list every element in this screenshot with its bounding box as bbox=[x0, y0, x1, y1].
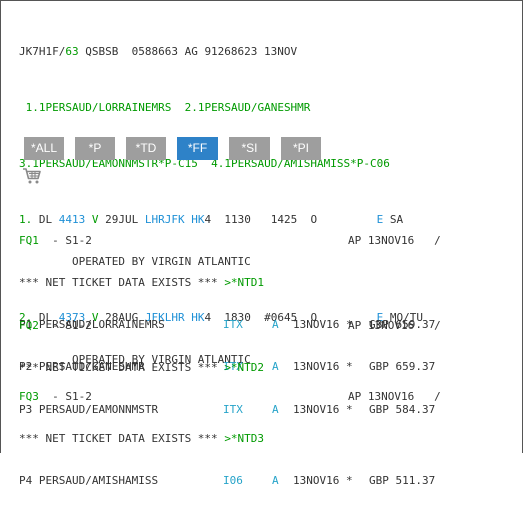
net-ticket-line: *** NET TICKET DATA EXISTS *** >*NTD1 bbox=[19, 276, 265, 289]
fare-quote-link[interactable]: FQ1 bbox=[19, 234, 39, 247]
pi-button[interactable]: *PI bbox=[281, 137, 321, 160]
ff-button[interactable]: *FF bbox=[177, 137, 218, 160]
fare-quote-link[interactable]: FQ2 bbox=[19, 319, 39, 332]
terminal-window: JK7H1F/63 QSBSB 0588663 AG 91268623 13NO… bbox=[0, 0, 523, 487]
passenger-fare-row: P4 PERSAUD/AMISHAMISS I06 A 13NOV16 * GBP 51… bbox=[19, 474, 436, 487]
td-button[interactable]: *TD bbox=[126, 137, 166, 160]
passenger-name[interactable]: PERSAUD/LORRAINEMRS bbox=[46, 101, 172, 114]
name-line-1: 1.1PERSAUD/LORRAINEMRS 2.1PERSAUD/GANESH… bbox=[19, 101, 311, 114]
passenger-name[interactable]: PERSAUD/GANESHMR bbox=[204, 101, 310, 114]
fare-quote-header: FQ3 - S1-2 AP 13NOV16 / bbox=[19, 390, 441, 403]
fare-amount: GBP 511.37 bbox=[369, 474, 436, 487]
net-ticket-line: *** NET TICKET DATA EXISTS *** >*NTD3 bbox=[19, 432, 265, 445]
p-button[interactable]: *P bbox=[75, 137, 115, 160]
fare-quote-link[interactable]: FQ3 bbox=[19, 390, 39, 403]
shopping-cart-icon[interactable] bbox=[22, 167, 42, 185]
all-button[interactable]: *ALL bbox=[24, 137, 64, 160]
fare-type: I06 bbox=[223, 474, 243, 487]
fare-quote-header: FQ2 - S1-2 AP 13NOV16 / bbox=[19, 319, 441, 332]
pnr-code[interactable]: 63 bbox=[65, 45, 78, 58]
si-button[interactable]: *SI bbox=[229, 137, 270, 160]
fare-quote-block: FQ3 - S1-2 AP 13NOV16 / *** NET TICKET DA… bbox=[19, 362, 499, 516]
pnr-header: JK7H1F/63 QSBSB 0588663 AG 91268623 13NO… bbox=[19, 45, 298, 58]
display-toolbar: *ALL *P *TD *FF *SI *PI bbox=[24, 137, 332, 160]
fare-quote-header: FQ1 - S1-2 AP 13NOV16 / bbox=[19, 234, 441, 247]
net-ticket-link[interactable]: >*NTD1 bbox=[224, 276, 264, 289]
net-ticket-link[interactable]: >*NTD3 bbox=[224, 432, 264, 445]
